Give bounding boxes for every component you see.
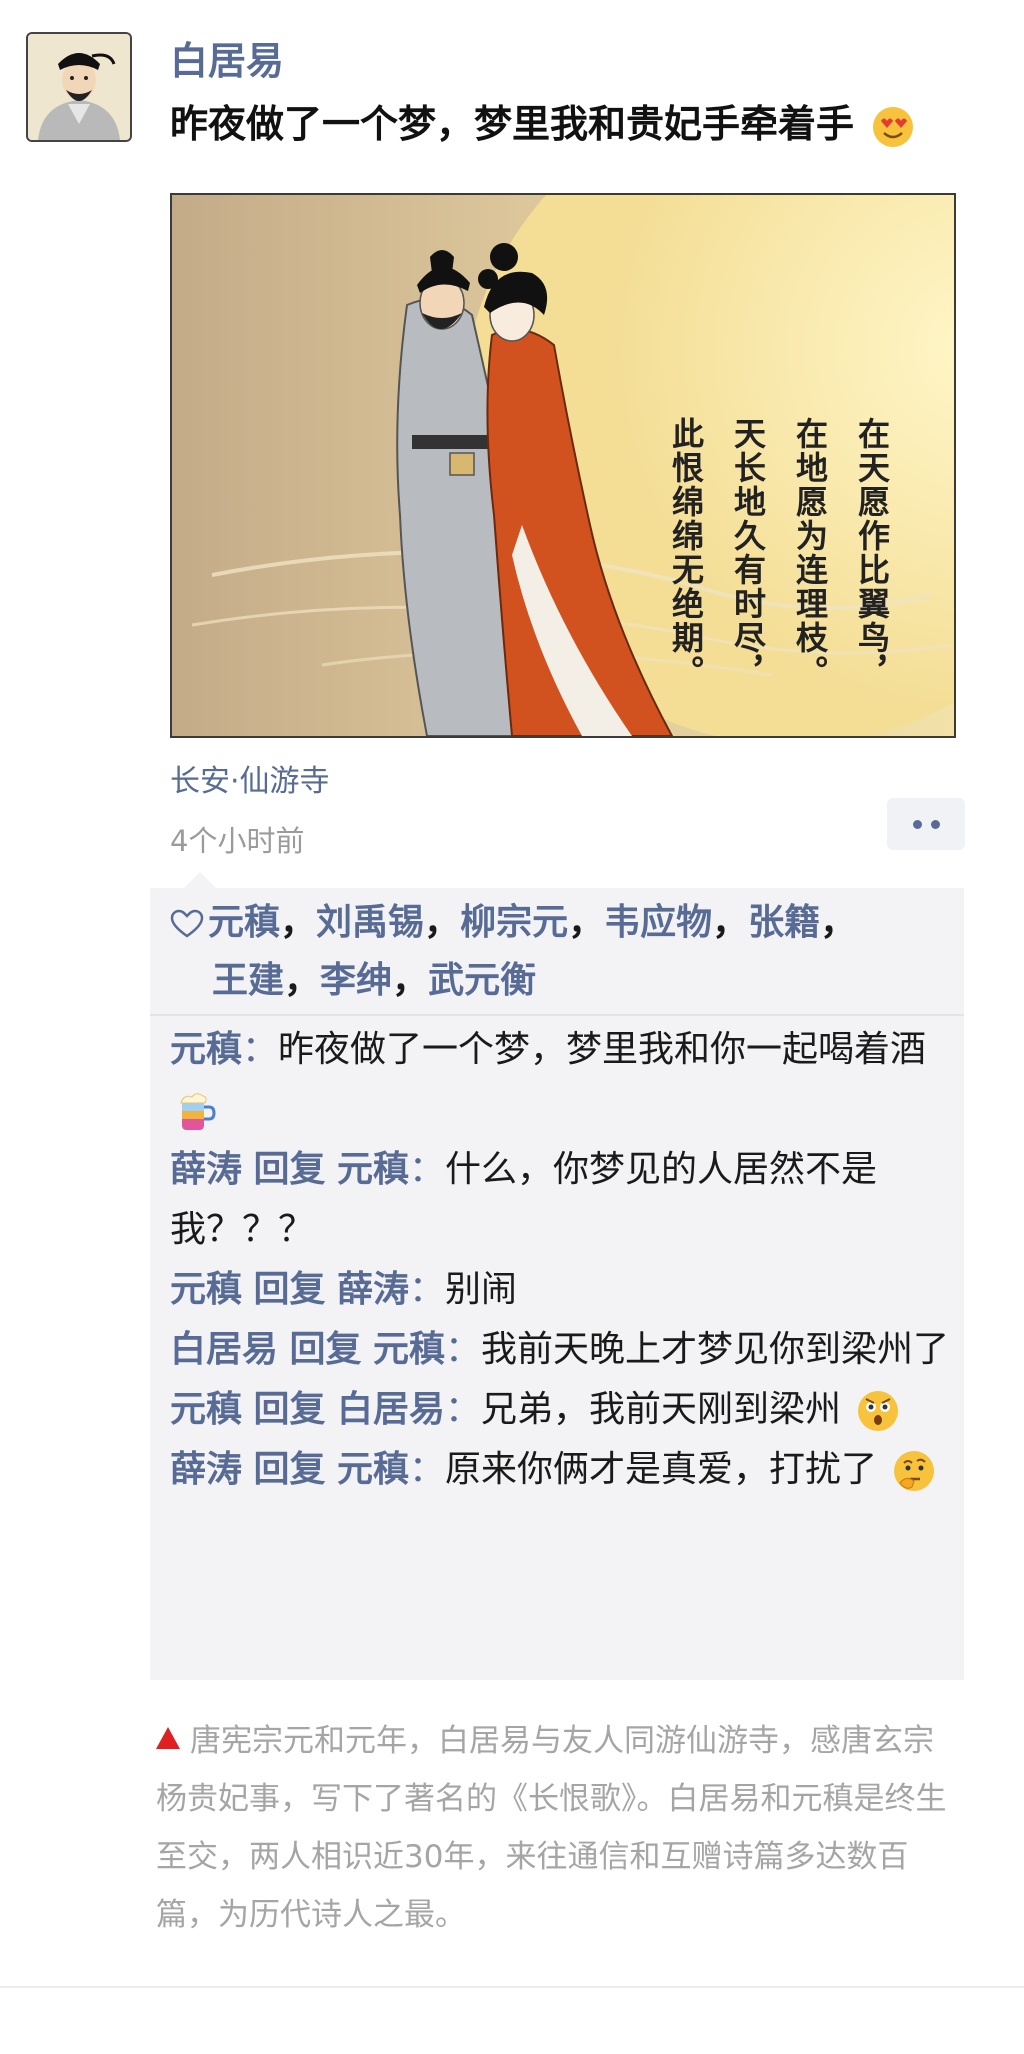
like-name[interactable]: 刘禹锡 — [316, 902, 424, 943]
beer-mug-emoji — [180, 1093, 216, 1130]
comment-item[interactable]: 薛涛 回复 元稹：什么，你梦见的人居然不是我？？？ — [170, 1140, 950, 1260]
likes-divider — [150, 1014, 964, 1016]
red-triangle-icon — [156, 1727, 180, 1749]
post-location[interactable]: 长安·仙游寺 — [170, 756, 330, 800]
commenter-name[interactable]: 元稹 — [170, 1029, 242, 1070]
reply-label: 回复 — [253, 1449, 326, 1490]
poem-text: 在天愿作比翼鸟， 在地愿为连理枝。 天长地久有时尽， 此恨绵绵无绝期。 — [664, 417, 894, 689]
comment-text: 原来你俩才是真爱，打扰了 — [444, 1449, 877, 1490]
poet-portrait-image — [28, 34, 130, 140]
reply-label: 回复 — [253, 1149, 326, 1190]
like-name[interactable]: 王建 — [212, 960, 284, 1001]
reply-target-name[interactable]: 元稹 — [373, 1329, 445, 1370]
likes-line: 王建，李绅，武元衡 — [212, 960, 537, 1001]
thinking-emoji — [894, 1451, 935, 1491]
astonished-emoji — [858, 1391, 899, 1431]
more-options-button[interactable] — [887, 798, 965, 850]
comment-item[interactable]: 薛涛 回复 元稹：原来你俩才是真爱，打扰了 — [170, 1440, 950, 1500]
poem-column: 在地愿为连理枝。 — [791, 417, 829, 689]
commenter-name[interactable]: 白居易 — [170, 1329, 278, 1370]
commenter-name[interactable]: 薛涛 — [170, 1449, 242, 1490]
comment-list: 元稹：昨夜做了一个梦，梦里我和你一起喝着酒 薛涛 回复 元稹：什么，你梦见的人居… — [170, 1020, 950, 1500]
poem-column: 此恨绵绵无绝期。 — [667, 417, 705, 689]
post-text-body: 昨夜做了一个梦，梦里我和贵妃手牵着手 — [170, 102, 855, 146]
likes-list: 元稹，刘禹锡，柳宗元，韦应物，张籍， 王建，李绅，武元衡 — [170, 894, 950, 1010]
comment-item[interactable]: 元稹 回复 白居易：兄弟，我前天刚到梁州 — [170, 1380, 950, 1440]
post-image[interactable]: 在天愿作比翼鸟， 在地愿为连理枝。 天长地久有时尽， 此恨绵绵无绝期。 — [170, 193, 956, 738]
like-name[interactable]: 武元衡 — [428, 960, 536, 1001]
commenter-name[interactable]: 元稹 — [170, 1389, 242, 1430]
like-name[interactable]: 韦应物 — [604, 902, 712, 943]
reply-label: 回复 — [289, 1329, 362, 1370]
author-name[interactable]: 白居易 — [170, 30, 284, 85]
reply-label: 回复 — [253, 1389, 326, 1430]
reply-label: 回复 — [253, 1269, 326, 1310]
comment-item[interactable]: 元稹：昨夜做了一个梦，梦里我和你一起喝着酒 — [170, 1020, 950, 1140]
reply-target-name[interactable]: 薛涛 — [337, 1269, 409, 1310]
post-time: 4个小时前 — [170, 824, 305, 858]
heart-eyes-emoji — [873, 106, 914, 147]
comment-text: 我前天晚上才梦见你到梁州了 — [480, 1329, 949, 1370]
comment-item[interactable]: 元稹 回复 薛涛：别闹 — [170, 1260, 950, 1320]
reply-target-name[interactable]: 白居易 — [337, 1389, 445, 1430]
comment-box-pointer — [184, 872, 216, 888]
like-name[interactable]: 元稹 — [208, 902, 280, 943]
dot-icon — [930, 819, 940, 829]
commenter-name[interactable]: 元稹 — [170, 1269, 242, 1310]
dot-icon — [912, 819, 922, 829]
commenter-name[interactable]: 薛涛 — [170, 1149, 242, 1190]
reply-target-name[interactable]: 元稹 — [337, 1449, 409, 1490]
likes-line: 元稹，刘禹锡，柳宗元，韦应物，张籍， — [170, 894, 950, 952]
like-name[interactable]: 张籍 — [748, 902, 820, 943]
like-name[interactable]: 柳宗元 — [460, 902, 568, 943]
caption-text: 唐宪宗元和元年，白居易与友人同游仙游寺，感唐玄宗杨贵妃事，写下了著名的《长恨歌》… — [156, 1723, 947, 1933]
author-avatar[interactable] — [26, 32, 132, 142]
poem-column: 在天愿作比翼鸟， — [853, 417, 891, 689]
heart-icon — [170, 909, 204, 938]
comment-text: 昨夜做了一个梦，梦里我和你一起喝着酒 — [278, 1029, 927, 1070]
reply-target-name[interactable]: 元稹 — [337, 1149, 409, 1190]
post-text: 昨夜做了一个梦，梦里我和贵妃手牵着手 — [170, 96, 990, 152]
comment-item[interactable]: 白居易 回复 元稹：我前天晚上才梦见你到梁州了 — [170, 1320, 950, 1380]
poem-column: 天长地久有时尽， — [729, 417, 767, 689]
story-caption: 唐宪宗元和元年，白居易与友人同游仙游寺，感唐玄宗杨贵妃事，写下了著名的《长恨歌》… — [156, 1712, 956, 1944]
bottom-divider — [0, 1986, 1024, 1988]
comment-text: 兄弟，我前天刚到梁州 — [480, 1389, 841, 1430]
like-name[interactable]: 李绅 — [320, 960, 392, 1001]
comment-text: 别闹 — [444, 1269, 517, 1310]
